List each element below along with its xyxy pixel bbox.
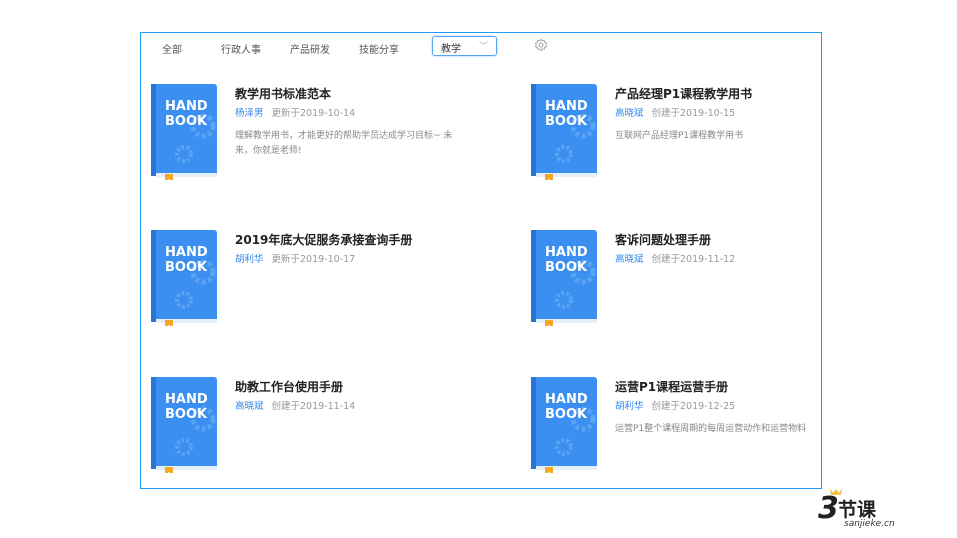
card-title[interactable]: 教学用书标准范本: [235, 85, 331, 102]
handbook-cover-icon: HAND BOOK: [151, 84, 217, 180]
card-meta: 高晓斌 创建于2019-11-12: [615, 251, 735, 265]
bookmark-icon: [165, 174, 173, 180]
card-description: 运营P1整个课程周期的每周运营动作和运营物料: [615, 424, 807, 434]
card-title[interactable]: 产品经理P1课程教学用书: [615, 85, 752, 102]
cover-line1: HAND: [545, 392, 588, 407]
cover-line2: BOOK: [165, 260, 208, 275]
card-description: 互联网产品经理P1课程教学用书: [615, 131, 744, 141]
cover-line2: BOOK: [545, 407, 588, 422]
card-meta: 杨泽男 更新于2019-10-14: [235, 105, 355, 119]
card-author[interactable]: 高晓斌: [615, 108, 644, 119]
cover-line1: HAND: [545, 245, 588, 260]
card-meta: 高晓斌 创建于2019-10-15: [615, 105, 735, 119]
svg-text:3: 3: [818, 491, 839, 526]
card-date: 创建于2019-12-25: [651, 401, 736, 412]
cover-line1: HAND: [165, 392, 208, 407]
tab-skill-share[interactable]: 技能分享: [359, 41, 399, 56]
card-title[interactable]: 2019年底大促服务承接查询手册: [235, 231, 412, 248]
bookmark-icon: [545, 467, 553, 473]
card-author[interactable]: 胡利华: [615, 401, 644, 412]
cover-line2: BOOK: [545, 114, 588, 129]
category-select-value: 教学: [441, 44, 461, 55]
card-date: 更新于2019-10-17: [271, 254, 356, 265]
bookmark-icon: [545, 174, 553, 180]
handbook-cover-icon: HAND BOOK: [531, 84, 597, 180]
cover-line1: HAND: [545, 99, 588, 114]
card-author[interactable]: 杨泽男: [235, 108, 264, 119]
handbook-card[interactable]: HAND BOOK 教学用书标准范本 杨泽男 更新于2019-10-14 理解教学…: [151, 84, 452, 184]
tab-product-dev[interactable]: 产品研发: [290, 41, 330, 56]
card-meta: 胡利华 更新于2019-10-17: [235, 251, 355, 265]
card-author[interactable]: 高晓斌: [615, 254, 644, 265]
card-title[interactable]: 运营P1课程运营手册: [615, 378, 728, 395]
bookmark-icon: [545, 320, 553, 326]
card-date: 创建于2019-11-12: [651, 254, 736, 265]
handbook-cover-icon: HAND BOOK: [531, 377, 597, 473]
gear-icon[interactable]: [534, 38, 548, 52]
handbook-card[interactable]: HAND BOOK 产品经理P1课程教学用书 高晓斌 创建于2019-10-15 …: [531, 84, 831, 184]
svg-text:sanjieke.cn: sanjieke.cn: [844, 519, 895, 529]
handbook-cover-icon: HAND BOOK: [151, 377, 217, 473]
cover-line1: HAND: [165, 99, 208, 114]
category-select[interactable]: 教学 ﹀: [432, 36, 497, 56]
card-author[interactable]: 胡利华: [235, 254, 264, 265]
card-date: 创建于2019-11-14: [271, 401, 356, 412]
bookmark-icon: [165, 320, 173, 326]
bookmark-icon: [165, 467, 173, 473]
handbook-card[interactable]: HAND BOOK 助教工作台使用手册 高晓斌 创建于2019-11-14: [151, 377, 451, 477]
card-title[interactable]: 助教工作台使用手册: [235, 378, 343, 395]
handbook-card[interactable]: HAND BOOK 客诉问题处理手册 高晓斌 创建于2019-11-12: [531, 230, 831, 330]
sanjieke-logo: 3 节课 sanjieke.cn: [818, 486, 908, 535]
cover-line2: BOOK: [545, 260, 588, 275]
card-description: 理解教学用书，才能更好的帮助学员达成学习目标~ 未来，你就是老师!: [235, 131, 453, 156]
card-date: 创建于2019-10-15: [651, 108, 736, 119]
tab-admin-hr[interactable]: 行政人事: [221, 41, 261, 56]
card-author[interactable]: 高晓斌: [235, 401, 264, 412]
handbook-card[interactable]: HAND BOOK 运营P1课程运营手册 胡利华 创建于2019-12-25 运营…: [531, 377, 831, 477]
cover-line1: HAND: [165, 245, 208, 260]
handbook-cover-icon: HAND BOOK: [151, 230, 217, 326]
card-date: 更新于2019-10-14: [271, 108, 356, 119]
cover-line2: BOOK: [165, 114, 208, 129]
handbook-cover-icon: HAND BOOK: [531, 230, 597, 326]
chevron-down-icon: ﹀: [478, 42, 488, 52]
svg-text:节课: 节课: [838, 499, 877, 521]
cover-line2: BOOK: [165, 407, 208, 422]
card-title[interactable]: 客诉问题处理手册: [615, 231, 711, 248]
tab-all[interactable]: 全部: [162, 41, 182, 56]
card-meta: 胡利华 创建于2019-12-25: [615, 398, 735, 412]
handbook-card[interactable]: HAND BOOK 2019年底大促服务承接查询手册 胡利华 更新于2019-10…: [151, 230, 451, 330]
card-meta: 高晓斌 创建于2019-11-14: [235, 398, 355, 412]
